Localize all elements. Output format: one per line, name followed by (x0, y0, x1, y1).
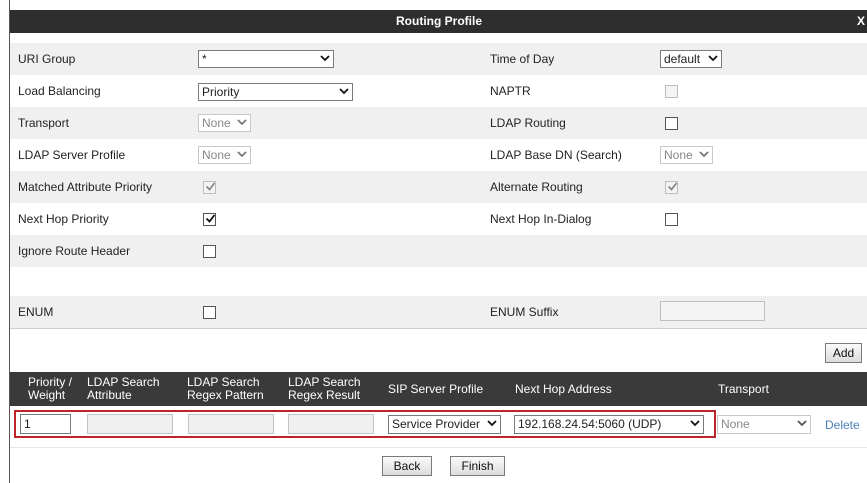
matched-attribute-priority-checkbox[interactable] (203, 181, 216, 194)
row-next-hop-priority: Next Hop Priority Next Hop In-Dialog (10, 203, 867, 235)
chevron-down-icon (699, 149, 709, 159)
load-balancing-label: Load Balancing (18, 84, 101, 98)
close-button[interactable]: X (856, 10, 866, 33)
ldap-server-profile-select[interactable]: None (198, 146, 251, 164)
priority-weight-input[interactable]: 1 (20, 414, 71, 434)
time-of-day-select[interactable]: default (660, 50, 722, 68)
alternate-routing-label: Alternate Routing (490, 180, 583, 194)
chevron-down-icon (339, 86, 349, 96)
row-transport: Transport None LDAP Routing (10, 107, 867, 139)
load-balancing-select[interactable]: Priority (198, 83, 353, 101)
next-hop-in-dialog-label: Next Hop In-Dialog (490, 212, 592, 226)
matched-attribute-priority-label: Matched Attribute Priority (18, 180, 153, 194)
checkmark-icon (205, 213, 216, 227)
transport-row-value: None (721, 417, 750, 431)
row-load-balancing: Load Balancing Priority NAPTR (10, 75, 867, 107)
ldap-routing-label: LDAP Routing (490, 116, 566, 130)
header-ldap-regex-pattern-line2: Regex Pattern (187, 388, 264, 402)
sip-server-profile-value: Service Provider (392, 417, 481, 431)
ignore-route-header-label: Ignore Route Header (18, 244, 131, 258)
header-ldap-regex-result: LDAP Search Regex Result (288, 376, 361, 402)
row-matched-attribute-priority: Matched Attribute Priority Alternate Rou… (10, 171, 867, 203)
next-hop-in-dialog-checkbox[interactable] (665, 213, 678, 226)
header-sip-server-profile: SIP Server Profile (388, 382, 484, 396)
header-priority-line2: Weight (28, 388, 66, 402)
footer-divider (10, 447, 867, 448)
chevron-down-icon (487, 418, 497, 428)
next-hop-priority-label: Next Hop Priority (18, 212, 109, 226)
transport-value: None (202, 116, 231, 130)
dialog-title-bar: Routing Profile X (10, 10, 867, 33)
uri-group-value: * (202, 52, 207, 66)
chevron-down-icon (237, 117, 247, 127)
next-hop-address-value: 192.168.24.54:5060 (UDP) (518, 417, 662, 431)
transport-select[interactable]: None (198, 114, 251, 132)
ldap-regex-result-input[interactable] (288, 414, 374, 434)
ldap-base-dn-select[interactable]: None (660, 146, 713, 164)
checkmark-icon (205, 181, 216, 195)
row-uri-group: URI Group * Time of Day default (10, 43, 867, 75)
ignore-route-header-checkbox[interactable] (203, 245, 216, 258)
header-priority-weight: Priority / Weight (28, 376, 72, 402)
enum-checkbox[interactable] (203, 306, 216, 319)
header-transport: Transport (718, 382, 769, 396)
ldap-regex-pattern-input[interactable] (188, 414, 274, 434)
chevron-down-icon (690, 418, 700, 428)
ldap-routing-checkbox[interactable] (665, 117, 678, 130)
ldap-search-attribute-input[interactable] (87, 414, 173, 434)
next-hop-table-header: Priority / Weight LDAP Search Attribute … (10, 372, 867, 406)
row-empty (10, 267, 867, 299)
top-strip (10, 0, 867, 10)
header-next-hop-address: Next Hop Address (515, 382, 612, 396)
enum-label: ENUM (18, 305, 54, 319)
chevron-down-icon (320, 53, 330, 63)
ldap-base-dn-value: None (664, 148, 693, 162)
chevron-down-icon (708, 53, 718, 63)
routing-profile-dialog: Routing Profile X URI Group * Time of Da… (9, 0, 867, 483)
row-enum: ENUM ENUM Suffix (10, 296, 867, 329)
header-ldap-regex-pattern: LDAP Search Regex Pattern (187, 376, 264, 402)
enum-suffix-input[interactable] (660, 301, 765, 321)
row-ignore-route-header: Ignore Route Header (10, 235, 867, 267)
header-ldap-attr-line2: Attribute (87, 388, 132, 402)
sip-server-profile-select[interactable]: Service Provider (388, 415, 501, 434)
uri-group-select[interactable]: * (198, 50, 334, 68)
chevron-down-icon (237, 149, 247, 159)
ldap-server-profile-value: None (202, 148, 231, 162)
uri-group-label: URI Group (18, 52, 76, 66)
alternate-routing-checkbox[interactable] (665, 181, 678, 194)
header-ldap-search-attribute: LDAP Search Attribute (87, 376, 160, 402)
row-ldap-server-profile: LDAP Server Profile None LDAP Base DN (S… (10, 139, 867, 171)
transport-row-select[interactable]: None (717, 415, 811, 434)
next-hop-priority-checkbox[interactable] (203, 213, 216, 226)
checkmark-icon (667, 181, 678, 195)
dialog-title: Routing Profile (396, 14, 482, 28)
back-button[interactable]: Back (382, 456, 432, 476)
header-ldap-regex-result-line2: Regex Result (288, 388, 361, 402)
delete-link[interactable]: Delete (825, 418, 860, 432)
finish-button[interactable]: Finish (450, 456, 505, 476)
enum-suffix-label: ENUM Suffix (490, 305, 559, 319)
chevron-down-icon (797, 418, 807, 428)
next-hop-address-select[interactable]: 192.168.24.54:5060 (UDP) (514, 415, 704, 434)
time-of-day-value: default (664, 52, 701, 66)
naptr-label: NAPTR (490, 84, 531, 98)
ldap-server-profile-label: LDAP Server Profile (18, 148, 126, 162)
add-button[interactable]: Add (825, 343, 862, 363)
transport-label: Transport (18, 116, 69, 130)
naptr-checkbox[interactable] (665, 85, 678, 98)
ldap-base-dn-label: LDAP Base DN (Search) (490, 148, 622, 162)
load-balancing-value: Priority (202, 85, 240, 99)
time-of-day-label: Time of Day (490, 52, 555, 66)
